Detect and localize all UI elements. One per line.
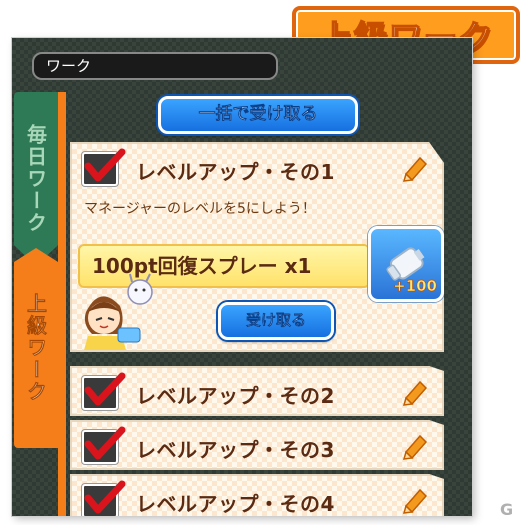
task-card-2[interactable]: レベルアップ・その2 [70,366,444,416]
receive-button[interactable]: 受け取る [218,302,334,340]
pencil-icon [400,430,430,464]
task-card-1: レベルアップ・その1 マネージャーのレベルを5にしよう！ 100pt回復スプレー… [70,142,444,352]
task-title: レベルアップ・その1 [136,160,335,184]
task-title: レベルアップ・その2 [136,384,335,408]
collect-all-button[interactable]: 一括で受け取る [158,96,358,134]
task-description: マネージャーのレベルを5にしよう！ [84,201,316,217]
reward-count: x1 [284,254,312,278]
mascot-icon [74,272,158,352]
task-card-4[interactable]: レベルアップ・その4 [70,474,444,516]
pencil-icon [400,152,430,186]
check-icon [82,372,126,410]
task-card-3[interactable]: レベルアップ・その3 [70,420,444,470]
tab-daily-work[interactable]: 毎日ワーク [14,92,58,266]
pencil-icon [400,484,430,516]
item-quantity: +100 [393,277,437,296]
window-title-bar: ワーク [32,52,278,80]
game-screen: ワーク 毎日ワーク 上級ワーク 一括で受け取る レベルアップ・その1 マネージャ… [12,38,472,516]
receive-label: 受け取る [245,311,306,329]
check-icon [82,148,126,186]
check-icon [82,426,126,464]
tab-daily-work-label: 毎日ワーク [23,124,48,234]
watermark-logo: G [500,500,514,519]
tab-rail [58,92,66,516]
window-title: ワーク [46,57,92,75]
task-title: レベルアップ・その4 [136,492,335,516]
pencil-icon [400,376,430,410]
collect-all-label: 一括で受け取る [198,104,318,124]
check-icon [82,480,126,516]
task-title: レベルアップ・その3 [136,438,335,462]
tab-advanced-work-label: 上級ワーク [23,293,48,404]
spray-item-icon: +100 [368,226,444,302]
tab-advanced-work[interactable]: 上級ワーク [14,248,58,448]
